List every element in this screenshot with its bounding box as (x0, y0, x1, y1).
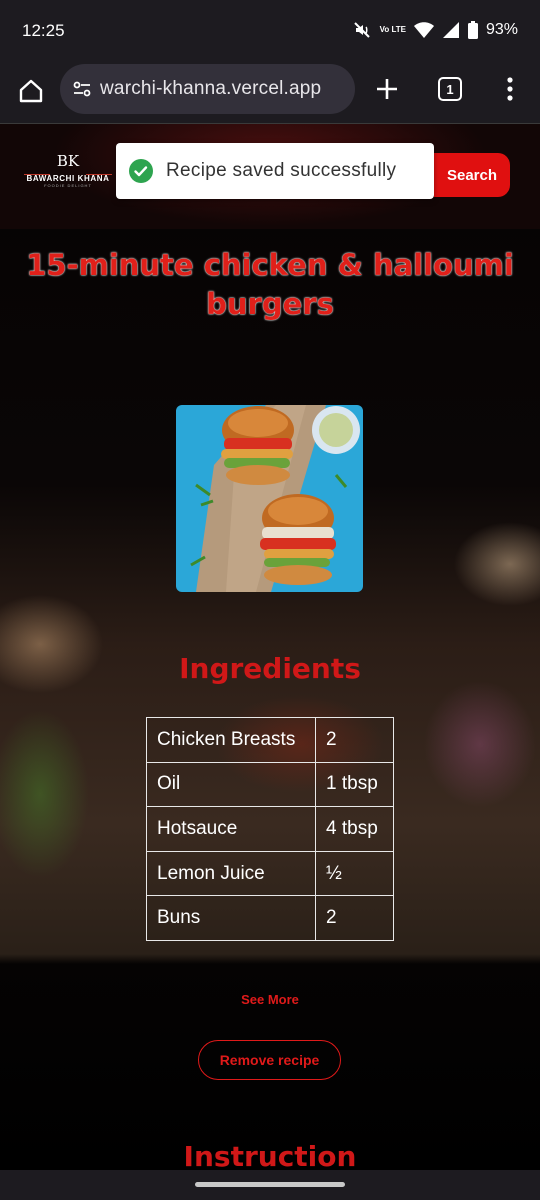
ingredient-name: Chicken Breasts (146, 717, 316, 763)
new-tab-icon[interactable] (372, 74, 402, 104)
volte-icon: Vo LTE (379, 25, 406, 34)
table-row: Hotsauce 4 tbsp (146, 806, 394, 852)
status-time: 12:25 (22, 21, 65, 40)
status-icons: Vo LTE 93% (352, 20, 518, 40)
logo-line-right (86, 174, 112, 175)
logo-tagline: FOODIE DELIGHT (44, 183, 92, 188)
check-circle-icon (129, 159, 153, 183)
battery-icon (467, 21, 478, 39)
tab-switcher-icon[interactable]: 1 (438, 77, 462, 101)
instruction-heading: Instruction (183, 1140, 357, 1170)
toast-notification: Recipe saved successfully (116, 143, 434, 199)
ingredient-name: Lemon Juice (146, 850, 316, 897)
recipe-title: 15-minute chicken & halloumi burgers (26, 248, 514, 321)
table-row: Lemon Juice ½ (146, 850, 394, 897)
system-nav-bar (0, 1170, 540, 1200)
ingredient-qty: 1 tbsp (315, 761, 394, 808)
remove-recipe-button[interactable]: Remove recipe (198, 1040, 341, 1080)
ingredient-qty: ½ (315, 850, 394, 897)
see-more-link[interactable]: See More (0, 992, 540, 1007)
logo-line-left (24, 174, 50, 175)
status-bar: 12:25 Vo LTE 93% (0, 0, 540, 62)
site-settings-icon[interactable] (70, 77, 94, 101)
wifi-icon (413, 21, 434, 39)
mute-icon (352, 20, 372, 40)
ingredients-heading: Ingredients (179, 652, 361, 685)
address-bar[interactable]: warchi-khanna.vercel.app (60, 64, 355, 114)
url-text: warchi-khanna.vercel.app (100, 78, 322, 99)
gesture-handle[interactable] (195, 1182, 345, 1187)
table-row: Buns 2 (146, 895, 394, 941)
home-icon[interactable] (16, 76, 46, 106)
ingredient-qty: 4 tbsp (315, 806, 394, 852)
ingredient-name: Oil (146, 761, 316, 808)
battery-level: 93% (485, 21, 518, 38)
logo-name: BAWARCHI KHANA (26, 174, 110, 183)
site-logo[interactable]: BK BAWARCHI KHANA FOODIE DELIGHT (24, 152, 112, 202)
ingredient-name: Buns (146, 895, 316, 941)
table-row: Oil 1 tbsp (146, 761, 394, 808)
browser-toolbar: warchi-khanna.vercel.app 1 (0, 62, 540, 124)
ingredients-table: Chicken Breasts 2 Oil 1 tbsp Hotsauce 4 … (146, 717, 394, 941)
recipe-image (176, 405, 363, 592)
ingredient-qty: 2 (315, 717, 394, 763)
logo-mark: BK (56, 152, 80, 170)
ingredient-name: Hotsauce (146, 806, 316, 852)
toast-message: Recipe saved successfully (166, 160, 397, 181)
table-row: Chicken Breasts 2 (146, 717, 394, 763)
signal-icon (442, 21, 460, 39)
web-page: BK BAWARCHI KHANA FOODIE DELIGHT Search … (0, 124, 540, 1170)
search-button[interactable]: Search (434, 153, 510, 197)
more-menu-icon[interactable] (500, 74, 520, 104)
ingredient-qty: 2 (315, 895, 394, 941)
